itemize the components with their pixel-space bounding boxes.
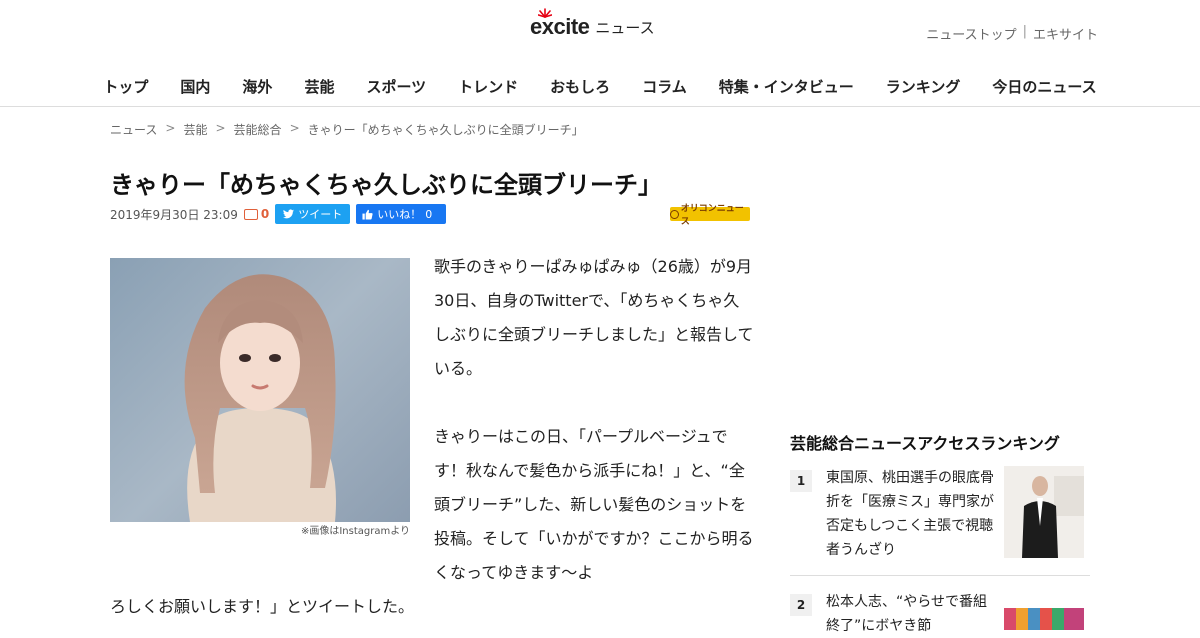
portrait-illustration: [184, 274, 336, 522]
article-paragraph-continued: ろしくお願いします！」とツイートした。: [110, 597, 415, 616]
ranking-headline[interactable]: 松本人志、“やらせで番組終了”にボヤき節: [826, 590, 996, 638]
ranking-item[interactable]: 2 松本人志、“やらせで番組終了”にボヤき節: [790, 590, 1090, 638]
toplinks-separator: |: [1022, 24, 1027, 39]
nav-column[interactable]: コラム: [626, 76, 703, 97]
ranking-number: 1: [790, 470, 812, 492]
nav-features[interactable]: 特集・インタビュー: [703, 76, 870, 97]
breadcrumb-entertainment-general[interactable]: 芸能総合: [234, 121, 282, 138]
source-logo-icon: [670, 209, 679, 219]
top-links: ニューストップ | エキサイト: [926, 24, 1098, 43]
like-count: 0: [425, 207, 433, 221]
logo-suffix: ニュース: [595, 19, 655, 37]
source-badge[interactable]: オリコンニュース: [670, 204, 750, 227]
article-meta: 2019年9月30日 23:09 0 ツイート いいね！ 0: [110, 204, 447, 224]
breadcrumb-separator: >: [165, 121, 176, 135]
site-logo[interactable]: excite ニュース: [530, 8, 655, 40]
breadcrumb-entertainment[interactable]: 芸能: [183, 121, 207, 138]
main-nav: トップ 国内 海外 芸能 スポーツ トレンド おもしろ コラム 特集・インタビュ…: [0, 76, 1200, 97]
thumbnail-photo: [1004, 466, 1084, 558]
nav-sports[interactable]: スポーツ: [350, 76, 442, 97]
photo-caption: ※画像はInstagramより: [300, 526, 410, 537]
link-news-top[interactable]: ニューストップ: [926, 24, 1016, 43]
article-paragraph: 歌手のきゃりーぱみゅぱみゅ（26歳）が9月30日、自身のTwitterで、「めち…: [434, 257, 754, 378]
nav-ranking[interactable]: ランキング: [870, 76, 977, 97]
ranking-divider: [790, 575, 1090, 576]
like-button[interactable]: いいね！ 0: [356, 204, 447, 224]
ranking-thumbnail[interactable]: [1004, 590, 1084, 630]
nav-domestic[interactable]: 国内: [164, 76, 226, 97]
article-body: 歌手のきゃりーぱみゅぱみゅ（26歳）が9月30日、自身のTwitterで、「めち…: [434, 250, 754, 624]
ranking-item[interactable]: 1 東国原、桃田選手の眼底骨折を「医療ミス」専門家が否定もしつこく主張で視聴者う…: [790, 466, 1090, 562]
breadcrumb-separator: >: [289, 121, 300, 135]
article-photo[interactable]: [110, 258, 410, 522]
like-label: いいね！: [377, 208, 422, 221]
ranking-thumbnail[interactable]: [1004, 466, 1084, 558]
excite-logo: excite: [530, 8, 590, 40]
nav-funny[interactable]: おもしろ: [534, 76, 626, 97]
nav-trend[interactable]: トレンド: [442, 76, 534, 97]
comment-link[interactable]: 0: [243, 207, 270, 221]
article-title: きゃりー「めちゃくちゃ久しぶりに全頭ブリーチ」: [110, 171, 662, 199]
breadcrumb-separator: >: [215, 121, 226, 135]
source-badge-label: オリコンニュース: [680, 204, 744, 227]
comment-count: 0: [260, 207, 270, 221]
ranking-title: 芸能総合ニュースアクセスランキング: [790, 434, 1060, 453]
logo-burst-icon: [538, 8, 552, 18]
breadcrumb-current: きゃりー「めちゃくちゃ久しぶりに全頭ブリーチ」: [307, 123, 584, 137]
thumbnail-photo: [1004, 590, 1084, 630]
nav-today[interactable]: 今日のニュース: [976, 76, 1112, 97]
breadcrumb: ニュース > 芸能 > 芸能総合 > きゃりー「めちゃくちゃ久しぶりに全頭ブリー…: [110, 121, 584, 138]
breadcrumb-news[interactable]: ニュース: [110, 121, 157, 138]
nav-entertainment[interactable]: 芸能: [288, 76, 350, 97]
link-excite[interactable]: エキサイト: [1033, 24, 1098, 43]
ranking-number: 2: [790, 594, 812, 616]
ranking-headline[interactable]: 東国原、桃田選手の眼底骨折を「医療ミス」専門家が否定もしつこく主張で視聴者うんざ…: [826, 466, 996, 562]
twitter-bird-icon: [283, 209, 295, 219]
nav-top[interactable]: トップ: [87, 76, 164, 97]
tweet-label: ツイート: [298, 208, 343, 221]
article-paragraph: きゃりーはこの日、「パープルベージュです！秋なんで髪色から派手にね！」と、“全頭…: [434, 427, 754, 582]
tweet-button[interactable]: ツイート: [275, 204, 351, 224]
comment-icon: [243, 208, 258, 220]
thumbs-up-icon: [362, 209, 373, 220]
nav-overseas[interactable]: 海外: [226, 76, 288, 97]
site-header: excite ニュース ニューストップ | エキサイト トップ 国内 海外 芸能…: [0, 0, 1200, 107]
article-date: 2019年9月30日 23:09: [110, 207, 238, 222]
